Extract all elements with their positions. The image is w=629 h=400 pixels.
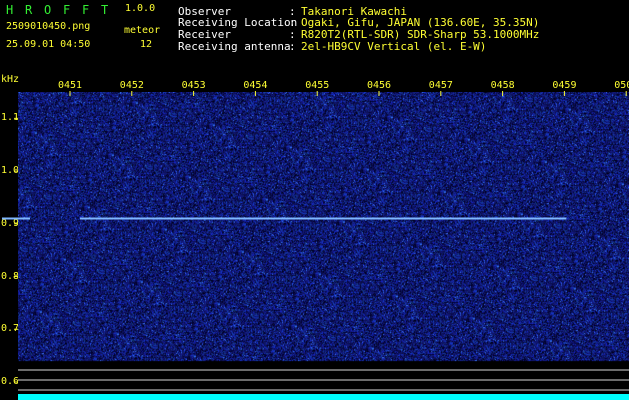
hrofft-window: HROFFT 1.0.0 2509010450.png 25.09.01 04:… xyxy=(0,0,629,400)
header-panel: HROFFT 1.0.0 2509010450.png 25.09.01 04:… xyxy=(0,0,629,76)
info-value-receiver: R820T2(RTL-SDR) SDR-Sharp 53.1000MHz xyxy=(301,28,540,41)
x-tick-label: 0457 xyxy=(428,80,453,91)
title-letter: R xyxy=(25,3,33,17)
x-tick-label: 0458 xyxy=(490,80,515,91)
x-tick-label: 0459 xyxy=(552,80,577,91)
x-tick-label: 0452 xyxy=(119,80,144,91)
info-colon: : xyxy=(289,28,296,41)
meteor-count-value: 12 xyxy=(140,39,153,50)
info-key-receiver: Receiver xyxy=(178,28,231,41)
x-tick-label: 0455 xyxy=(305,80,330,91)
info-colon: : xyxy=(289,16,296,29)
y-tick-label: 0.9 xyxy=(1,217,20,229)
y-tick-label: 1.1 xyxy=(1,112,20,124)
y-tick-label: 0.8 xyxy=(1,270,20,282)
title-letter: T xyxy=(101,3,109,17)
app-title: HROFFT xyxy=(6,3,120,17)
y-tick-label: 1.0 xyxy=(1,165,20,177)
title-letter: H xyxy=(6,3,14,17)
info-value-antenna: 2el-HB9CV Vertical (el. E-W) xyxy=(301,40,487,53)
y-axis-unit-label: kHz xyxy=(1,74,20,85)
signal-power-bar xyxy=(18,394,629,400)
info-value-location: Ogaki, Gifu, JAPAN (136.60E, 35.35N) xyxy=(301,16,540,29)
title-letter: O xyxy=(44,3,52,17)
y-tick-label: 0.7 xyxy=(1,323,20,335)
title-letter: F xyxy=(63,3,71,17)
meteor-count-label: meteor xyxy=(124,25,161,36)
y-tick-label: 0.6 xyxy=(1,376,20,387)
info-colon: : xyxy=(289,40,296,53)
app-version: 1.0.0 xyxy=(125,3,156,14)
title-letter: F xyxy=(82,3,90,17)
info-key-antenna: Receiving antenna xyxy=(178,40,291,53)
x-tick-label: 0500 xyxy=(614,80,629,91)
info-key-location: Receiving Location xyxy=(178,16,298,29)
x-tick-label: 0456 xyxy=(367,80,392,91)
x-tick-label: 0453 xyxy=(181,80,206,91)
x-tick-label: 0451 xyxy=(58,80,83,91)
spectrogram xyxy=(18,92,629,390)
capture-filename: 2509010450.png xyxy=(6,21,91,32)
x-tick-label: 0454 xyxy=(243,80,268,91)
capture-datetime: 25.09.01 04:50 xyxy=(6,39,91,50)
